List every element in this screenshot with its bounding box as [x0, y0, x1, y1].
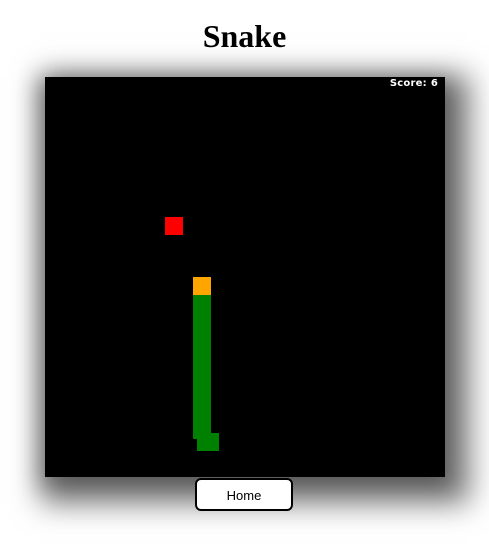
score-display: Score: 6 — [390, 78, 438, 90]
score-label: Score: — [389, 78, 427, 89]
snake-segment — [193, 331, 211, 349]
snake-segment — [193, 313, 211, 331]
game-board[interactable]: Score: 6 — [45, 77, 445, 477]
snake-segment — [193, 403, 211, 421]
snake-head — [193, 277, 211, 295]
snake-segment — [193, 349, 211, 367]
food-item — [165, 217, 183, 235]
score-value: 6 — [430, 78, 438, 89]
snake-segment — [193, 295, 211, 313]
home-button[interactable]: Home — [195, 478, 293, 511]
snake-segment — [193, 367, 211, 385]
snake-segment — [193, 385, 211, 403]
page-title: Snake — [202, 18, 287, 54]
snake-segment — [197, 433, 219, 451]
